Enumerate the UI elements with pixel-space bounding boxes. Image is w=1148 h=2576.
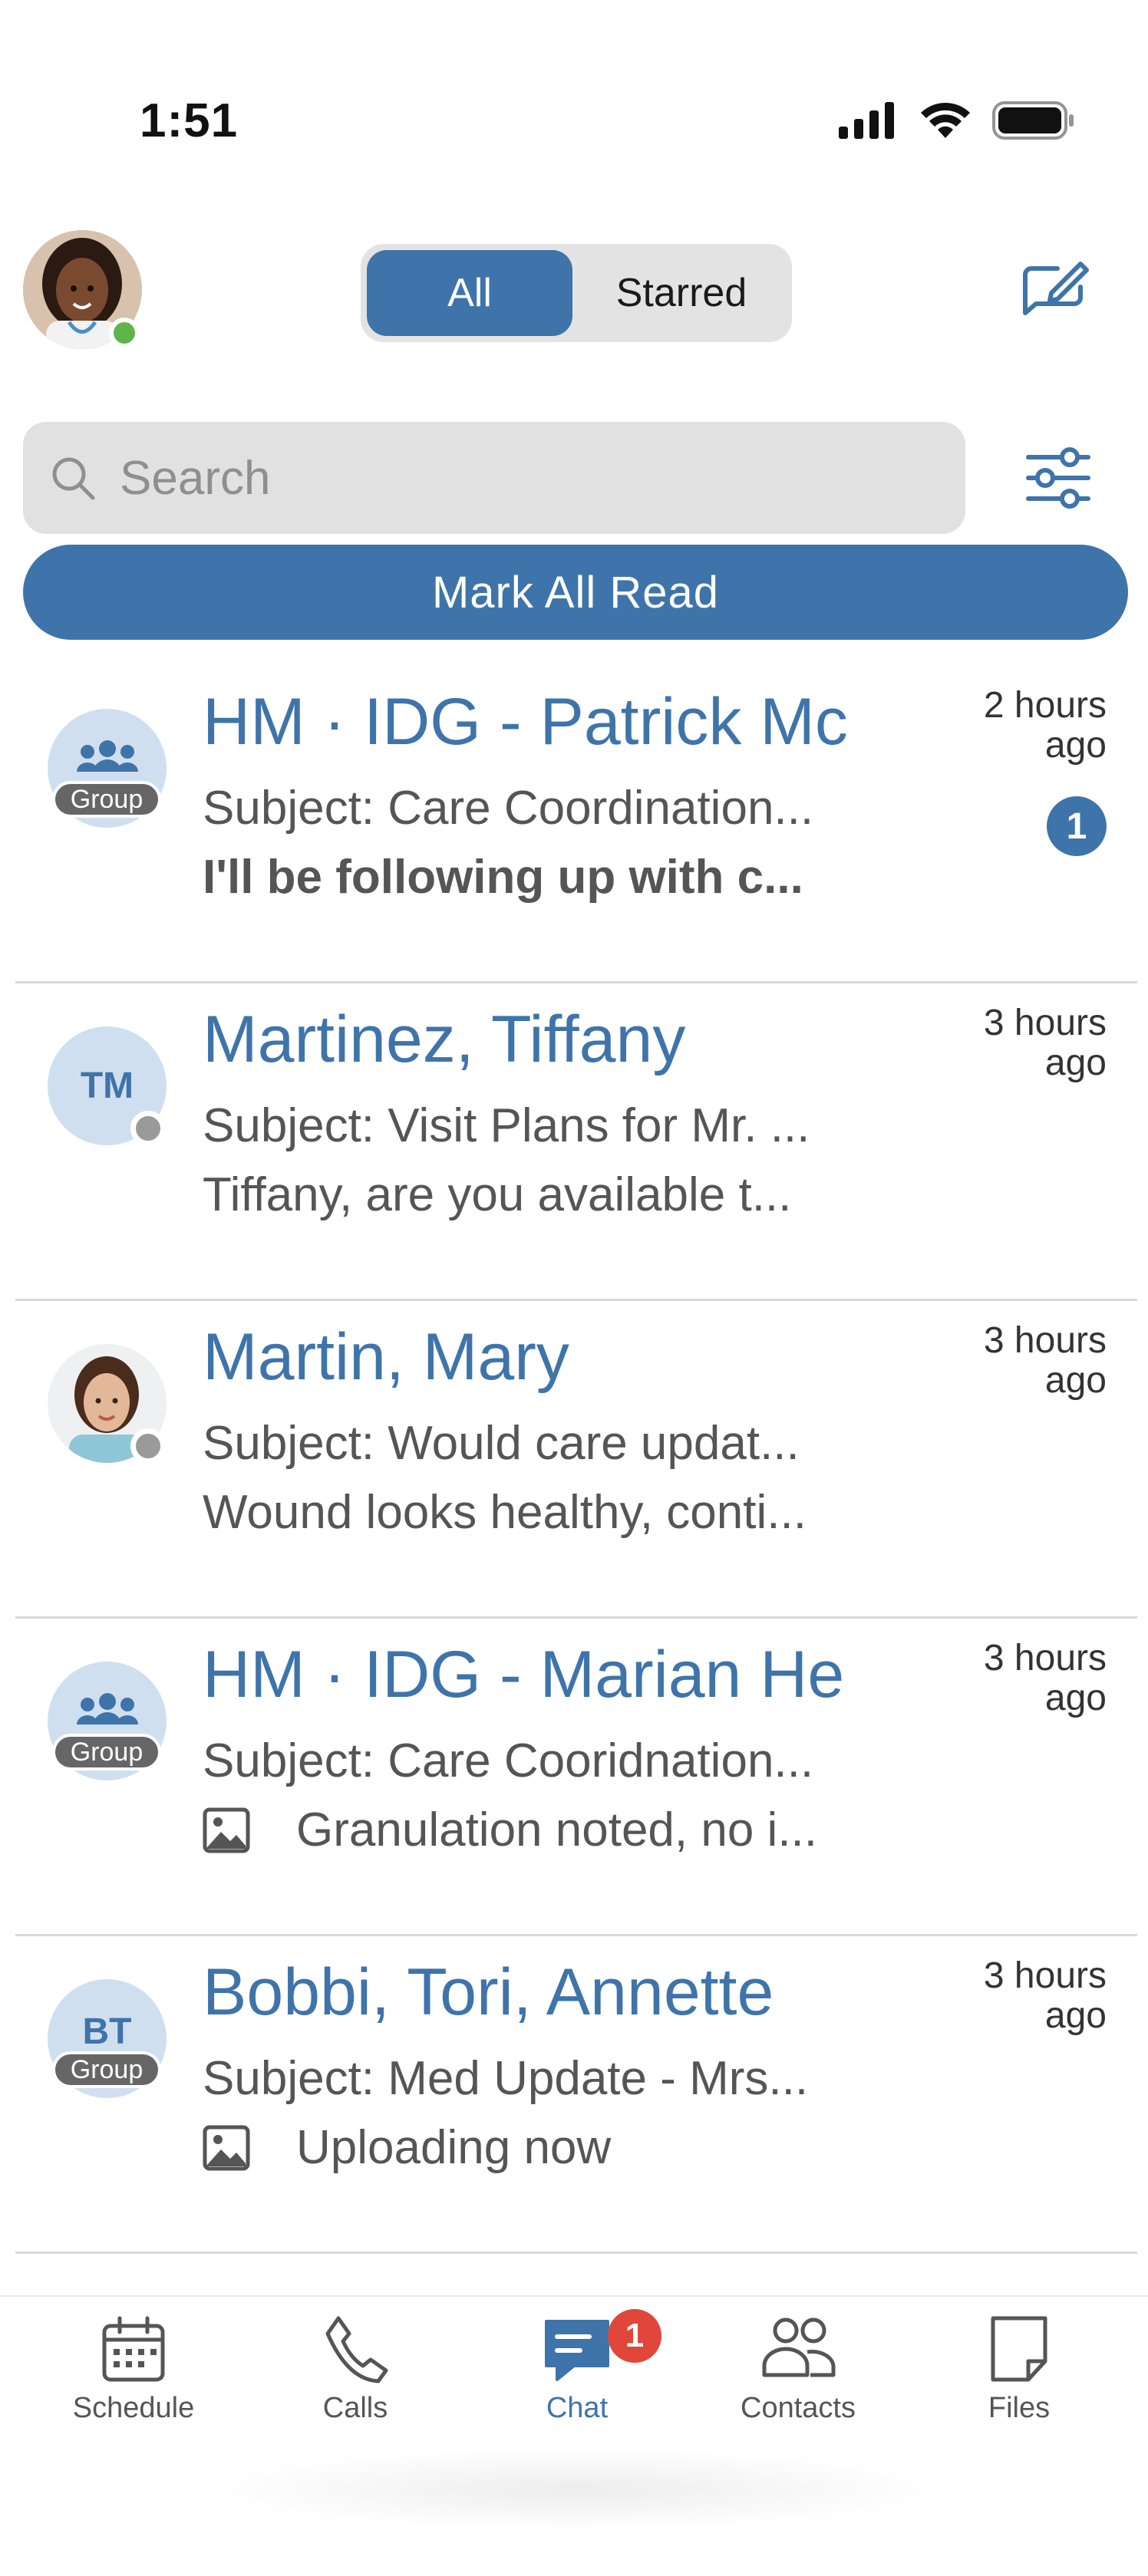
segment-all[interactable]: All (367, 250, 572, 336)
group-tag: Group (52, 2051, 161, 2088)
conversation-time: 3 hours ago (953, 1321, 1107, 1401)
online-status-dot (109, 318, 140, 348)
conversation-name: Martinez, Tiffany (203, 1003, 686, 1076)
chat-unread-badge: 1 (608, 2309, 661, 2363)
cellular-signal-icon (839, 102, 894, 139)
tab-files[interactable]: Files (927, 2311, 1111, 2441)
time-line1: 3 hours (983, 1638, 1107, 1678)
offline-status-dot (130, 1428, 166, 1464)
unread-badge: 1 (1047, 796, 1107, 856)
battery-icon (992, 101, 1074, 140)
group-icon (76, 1692, 138, 1724)
conversation-row[interactable]: BT Group Bobbi, Tori, Annette Subject: M… (15, 1936, 1137, 2254)
conversation-subject: Subject: Care Cooridnation... (203, 1734, 814, 1787)
conversation-filter-segment: All Starred (361, 244, 792, 342)
conversation-row[interactable]: Group HM · IDG - Patrick Mc Subject: Car… (15, 666, 1137, 983)
conversation-name: HM · IDG - Patrick Mc (203, 685, 848, 759)
tab-contacts[interactable]: Contacts (706, 2311, 890, 2441)
filter-sliders-icon[interactable] (1025, 445, 1091, 511)
segment-starred[interactable]: Starred (577, 250, 786, 336)
image-attachment-icon (203, 2125, 250, 2170)
tab-label: Chat (546, 2392, 609, 2424)
time-line2: ago (1044, 1678, 1107, 1718)
conversation-name: Bobbi, Tori, Annette (203, 1955, 774, 2029)
conversation-preview: Uploading now (203, 2120, 939, 2175)
time-line2: ago (1044, 1360, 1107, 1401)
conversation-subject: Subject: Care Coordination... (203, 782, 814, 835)
time-line2: ago (1044, 725, 1107, 766)
conversation-row[interactable]: Group HM · IDG - Marian He Subject: Care… (15, 1619, 1137, 1936)
offline-status-dot (130, 1111, 166, 1146)
mark-all-read-button[interactable]: Mark All Read (23, 545, 1128, 640)
conversation-preview: I'll be following up with c... (203, 851, 803, 904)
conversation-time: 3 hours ago (953, 1003, 1107, 1083)
tab-calls[interactable]: Calls (263, 2311, 447, 2441)
conversation-row[interactable]: TM Martinez, Tiffany Subject: Visit Plan… (15, 983, 1137, 1301)
calendar-icon (102, 2316, 165, 2382)
time-line1: 3 hours (983, 1320, 1107, 1361)
phone-icon (325, 2316, 388, 2383)
contacts-icon (762, 2317, 836, 2377)
search-bar[interactable]: Search (23, 422, 965, 534)
compose-icon[interactable] (1021, 259, 1091, 327)
file-icon (991, 2316, 1047, 2382)
status-icons (839, 101, 1075, 140)
tab-bar: Schedule Calls Chat Contacts Files (0, 2295, 1148, 2576)
wifi-icon (921, 103, 970, 138)
search-icon (52, 457, 95, 500)
time-line2: ago (1044, 1995, 1107, 2036)
conversation-row[interactable]: Martin, Mary Subject: Would care updat..… (15, 1301, 1137, 1619)
preview-text: Uploading now (296, 2121, 612, 2174)
image-attachment-icon (203, 1807, 250, 1853)
avatar-initials: BT (82, 2011, 132, 2052)
tab-label: Contacts (741, 2392, 856, 2424)
conversation-time: 3 hours ago (953, 1639, 1107, 1718)
conversation-time: 3 hours ago (953, 1956, 1107, 2036)
tab-label: Files (988, 2392, 1051, 2424)
conversation-subject: Subject: Would care updat... (203, 1417, 800, 1470)
conversation-subject: Subject: Med Update - Mrs... (203, 2052, 809, 2105)
conversation-name: HM · IDG - Marian He (203, 1638, 845, 1711)
search-placeholder: Search (120, 451, 271, 505)
status-time: 1:51 (140, 94, 239, 147)
tab-label: Calls (322, 2392, 388, 2424)
time-line1: 2 hours (983, 685, 1107, 726)
conversation-name: Martin, Mary (203, 1320, 569, 1394)
group-tag: Group (52, 781, 161, 818)
status-bar: 1:51 (0, 0, 1148, 184)
conversation-preview: Granulation noted, no i... (203, 1803, 939, 1857)
group-tag: Group (52, 1734, 161, 1771)
chat-icon (545, 2320, 609, 2381)
group-icon (76, 740, 138, 772)
time-line1: 3 hours (983, 1003, 1107, 1043)
time-line1: 3 hours (983, 1955, 1107, 1996)
conversation-preview: Wound looks healthy, conti... (203, 1486, 807, 1539)
conversation-preview: Tiffany, are you available t... (203, 1168, 792, 1221)
tab-schedule[interactable]: Schedule (41, 2311, 226, 2441)
conversation-subject: Subject: Visit Plans for Mr. ... (203, 1099, 810, 1152)
conversation-time: 2 hours ago (953, 686, 1107, 766)
time-line2: ago (1044, 1043, 1107, 1083)
tab-label: Schedule (72, 2392, 195, 2424)
preview-text: Granulation noted, no i... (296, 1804, 818, 1856)
home-indicator-area (200, 2447, 952, 2532)
